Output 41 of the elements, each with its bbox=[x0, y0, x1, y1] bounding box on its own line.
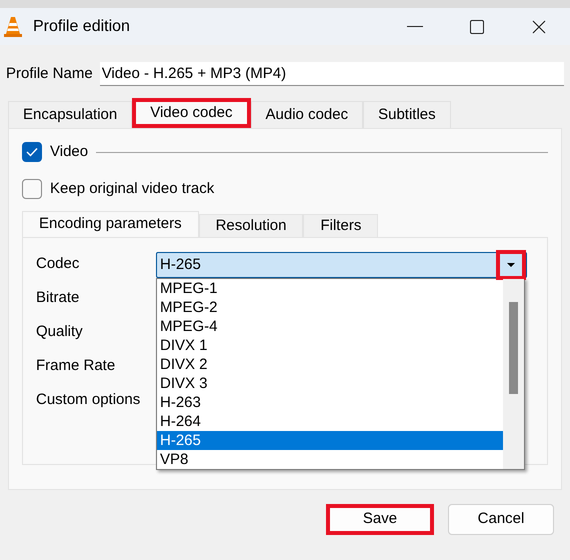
dropdown-option[interactable]: MPEG-2 bbox=[157, 298, 503, 317]
field-label: Quality bbox=[36, 322, 83, 341]
maximize-icon bbox=[470, 20, 484, 34]
checkbox[interactable] bbox=[22, 142, 42, 162]
dropdown-option[interactable]: DIVX 1 bbox=[157, 336, 503, 355]
dropdown-option[interactable]: MPEG-1 bbox=[157, 279, 503, 298]
traffic-cone-icon bbox=[3, 16, 23, 38]
field-label: Profile Name bbox=[6, 64, 93, 84]
dialog-button[interactable]: Save bbox=[326, 504, 434, 535]
checkbox-label: Keep original video track bbox=[50, 178, 214, 198]
tab[interactable]: Encoding parameters bbox=[22, 211, 199, 237]
dropdown-option[interactable]: DIVX 3 bbox=[157, 374, 503, 393]
dropdown-option[interactable]: DIVX 2 bbox=[157, 355, 503, 374]
dropdown-option[interactable]: H-265 bbox=[157, 431, 503, 450]
dropdown-option[interactable]: H-263 bbox=[157, 393, 503, 412]
tab[interactable]: Resolution bbox=[198, 214, 304, 237]
tab[interactable]: Subtitles bbox=[363, 101, 451, 128]
codec-combo[interactable]: H-265 bbox=[156, 252, 527, 278]
dropdown-option[interactable]: VP8 bbox=[157, 450, 503, 469]
tab[interactable]: Encapsulation bbox=[8, 101, 132, 128]
dropdown-option[interactable]: H-264 bbox=[157, 412, 503, 431]
field-label: Frame Rate bbox=[36, 356, 116, 375]
combo-value: H-265 bbox=[160, 254, 202, 275]
tab[interactable]: Video codec bbox=[132, 98, 251, 128]
field-label: Codec bbox=[36, 254, 80, 273]
scrollbar-thumb[interactable] bbox=[509, 302, 518, 394]
window-title: Profile edition bbox=[33, 16, 130, 36]
dialog-button[interactable]: Cancel bbox=[448, 504, 554, 535]
profile-name-field[interactable]: Video - H.265 + MP3 (MP4) bbox=[100, 62, 564, 86]
dropdown-option[interactable]: MPEG-4 bbox=[157, 317, 503, 336]
close-icon bbox=[532, 20, 546, 34]
checkbox[interactable] bbox=[22, 178, 42, 199]
checkmark-icon bbox=[26, 147, 38, 158]
scrollbar[interactable] bbox=[503, 279, 524, 469]
minimize-icon bbox=[407, 26, 423, 28]
group-label: Video bbox=[50, 142, 88, 162]
field-label: Bitrate bbox=[36, 288, 80, 307]
tab[interactable]: Filters bbox=[303, 214, 378, 237]
tab[interactable]: Audio codec bbox=[250, 101, 364, 128]
field-label: Custom options bbox=[36, 390, 140, 409]
caret-icon bbox=[507, 263, 515, 267]
